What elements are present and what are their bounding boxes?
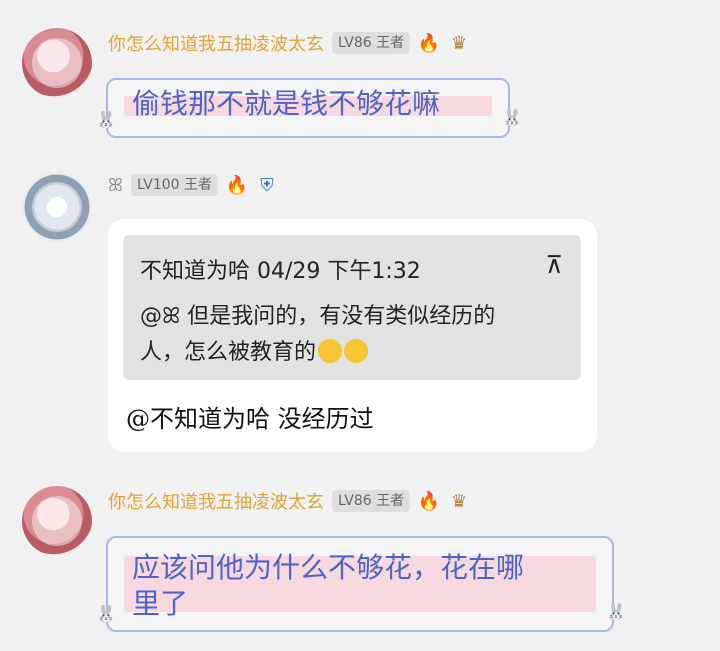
fire-icon: 🔥 bbox=[417, 32, 441, 54]
message-bubble[interactable]: 偷钱那不就是钱不够花嘛 🐰 🐰 bbox=[96, 78, 522, 138]
bunny-icon: 🐰 bbox=[96, 604, 116, 623]
quote-header: 不知道为哈 04/29 下午1:32 bbox=[140, 259, 421, 284]
level-badge: LV86 王者 bbox=[332, 32, 411, 54]
flame-icon: 🔥 bbox=[225, 174, 249, 196]
message-text: 偷钱那不就是钱不够花嘛 bbox=[132, 87, 441, 120]
bunny-icon: 🐰 bbox=[606, 602, 626, 621]
sender-row: 你怎么知道我五抽凌波太玄 LV86 王者 🔥 ♛ bbox=[108, 30, 470, 56]
sender-row: 你怎么知道我五抽凌波太玄 LV86 王者 🔥 ♛ bbox=[108, 488, 470, 514]
quote-line: 人，怎么被教育的 bbox=[140, 340, 317, 365]
level-badge: LV86 王者 bbox=[332, 490, 411, 512]
fire-icon: 🔥 bbox=[417, 490, 441, 512]
reply-text: @不知道为哈 没经历过 bbox=[126, 405, 374, 433]
message-text-line: 里了 bbox=[132, 587, 189, 620]
bunny-icon: 🐰 bbox=[502, 108, 522, 127]
bunny-icon: 🐰 bbox=[96, 110, 116, 129]
sender-name[interactable]: ꕤ bbox=[108, 175, 123, 196]
laugh-emoji-icon bbox=[318, 339, 343, 363]
level-badge: LV100 王者 bbox=[130, 174, 218, 196]
sender-name[interactable]: 你怎么知道我五抽凌波太玄 bbox=[108, 488, 324, 514]
quoted-message[interactable]: 不知道为哈 04/29 下午1:32 ⊼ @ꕤ 但是我问的，有没有类似经历的 人… bbox=[123, 235, 581, 380]
avatar[interactable] bbox=[22, 172, 92, 242]
laugh-emoji-icon bbox=[344, 339, 369, 363]
crown-icon: ♛ bbox=[451, 32, 468, 54]
crown-icon: ♛ bbox=[451, 490, 468, 512]
jump-to-quote-icon[interactable]: ⊼ bbox=[545, 251, 563, 279]
sender-name[interactable]: 你怎么知道我五抽凌波太玄 bbox=[108, 30, 324, 56]
avatar[interactable] bbox=[22, 486, 92, 556]
message-text-line: 应该问他为什么不够花，花在哪 bbox=[132, 551, 525, 584]
quote-body: @ꕤ 但是我问的，有没有类似经历的 人，怎么被教育的 bbox=[140, 299, 570, 371]
avatar[interactable] bbox=[22, 28, 92, 98]
reply-card[interactable]: 不知道为哈 04/29 下午1:32 ⊼ @ꕤ 但是我问的，有没有类似经历的 人… bbox=[108, 219, 597, 452]
quote-line: @ꕤ 但是我问的，有没有类似经历的 bbox=[140, 304, 496, 329]
sender-row: ꕤ LV100 王者 🔥 ⛨ bbox=[108, 174, 278, 196]
shield-icon: ⛨ bbox=[260, 174, 274, 196]
message-bubble[interactable]: 应该问他为什么不够花，花在哪 里了 🐰 🐰 bbox=[96, 536, 626, 632]
